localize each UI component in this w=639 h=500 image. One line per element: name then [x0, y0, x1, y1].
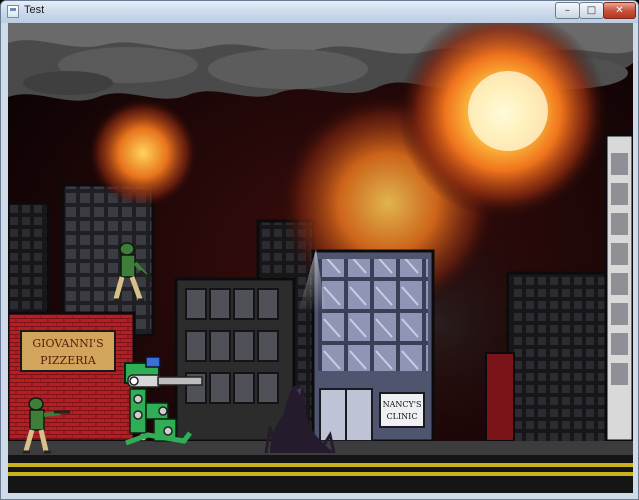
game-window: Test – □ ✕ NANCY'S CLINIC GIOVANNI'S PIZ…	[0, 0, 639, 500]
maximize-button[interactable]: □	[579, 2, 604, 19]
game-scene[interactable]: NANCY'S CLINIC GIOVANNI'S PIZZERIA	[8, 23, 633, 493]
close-button[interactable]: ✕	[603, 2, 636, 19]
title-bar[interactable]: Test – □ ✕	[1, 1, 638, 23]
window-title: Test	[24, 4, 45, 16]
clinic-sign-line-2: CLINIC	[387, 412, 418, 421]
clinic-building: NANCY'S CLINIC	[298, 249, 435, 443]
minimize-button[interactable]: –	[555, 2, 580, 19]
app-icon	[7, 5, 19, 18]
game-viewport[interactable]: NANCY'S CLINIC GIOVANNI'S PIZZERIA	[8, 23, 633, 493]
pizzeria-sign-line-2: PIZZERIA	[40, 354, 97, 367]
office-building	[174, 277, 296, 443]
explosion-small	[88, 98, 198, 208]
mech-cannon	[157, 376, 203, 386]
pizzeria-sign-line-1: GIOVANNI'S	[32, 337, 103, 350]
red-building	[485, 352, 515, 442]
pizzeria-building: GIOVANNI'S PIZZERIA	[8, 311, 136, 443]
clinic-sign-line-1: NANCY'S	[383, 400, 422, 409]
clinic-sign	[379, 392, 425, 428]
